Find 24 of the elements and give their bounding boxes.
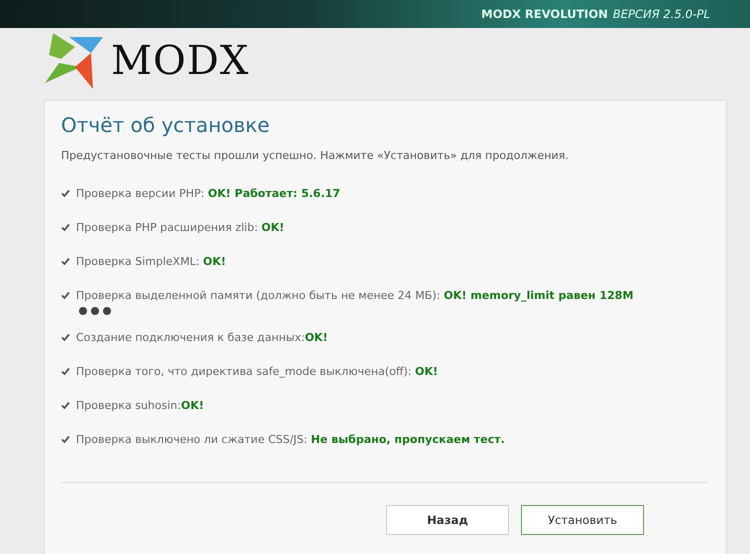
- intro-text: Предустановочные тесты прошли успешно. Нажмите «Установить» для продолжения.: [61, 149, 570, 162]
- check-icon: [61, 333, 70, 341]
- check-text: Проверка PHP расширения zlib: OK!: [76, 220, 284, 234]
- report-title: Отчёт об установке: [61, 113, 271, 137]
- logo-text: MODX: [111, 38, 250, 84]
- check-icon: [61, 223, 70, 231]
- logo-icon: [45, 33, 103, 89]
- product-name: MODX REVOLUTION: [481, 7, 608, 21]
- check-icon: [61, 367, 70, 375]
- check-text: Проверка того, что директива safe_mode выключена(off): OK!: [76, 364, 438, 378]
- check-text: Проверка SimpleXML: OK!: [76, 254, 226, 268]
- check-icon: [61, 257, 70, 265]
- back-button[interactable]: Назад: [386, 505, 509, 535]
- install-button[interactable]: Установить: [521, 505, 644, 535]
- check-icon: [61, 189, 70, 197]
- check-icon: [61, 401, 70, 409]
- version-label: ВЕРСИЯ 2.5.0-PL: [612, 7, 710, 21]
- check-text: Проверка версии PHP: OK! Работает: 5.6.17: [76, 186, 340, 200]
- check-text: Проверка suhosin:OK!: [76, 398, 204, 412]
- check-icon: [61, 435, 70, 443]
- check-text: Создание подключения к базе данных:OK!: [76, 330, 328, 344]
- check-text: Проверка выключено ли сжатие CSS/JS: Не выбрано, пропускаем тест.: [76, 432, 505, 446]
- check-text: Проверка выделенной памяти (должно быть не менее 24 МБ): OK! memory_limit равен 128M: [76, 288, 634, 302]
- check-icon: [61, 291, 70, 299]
